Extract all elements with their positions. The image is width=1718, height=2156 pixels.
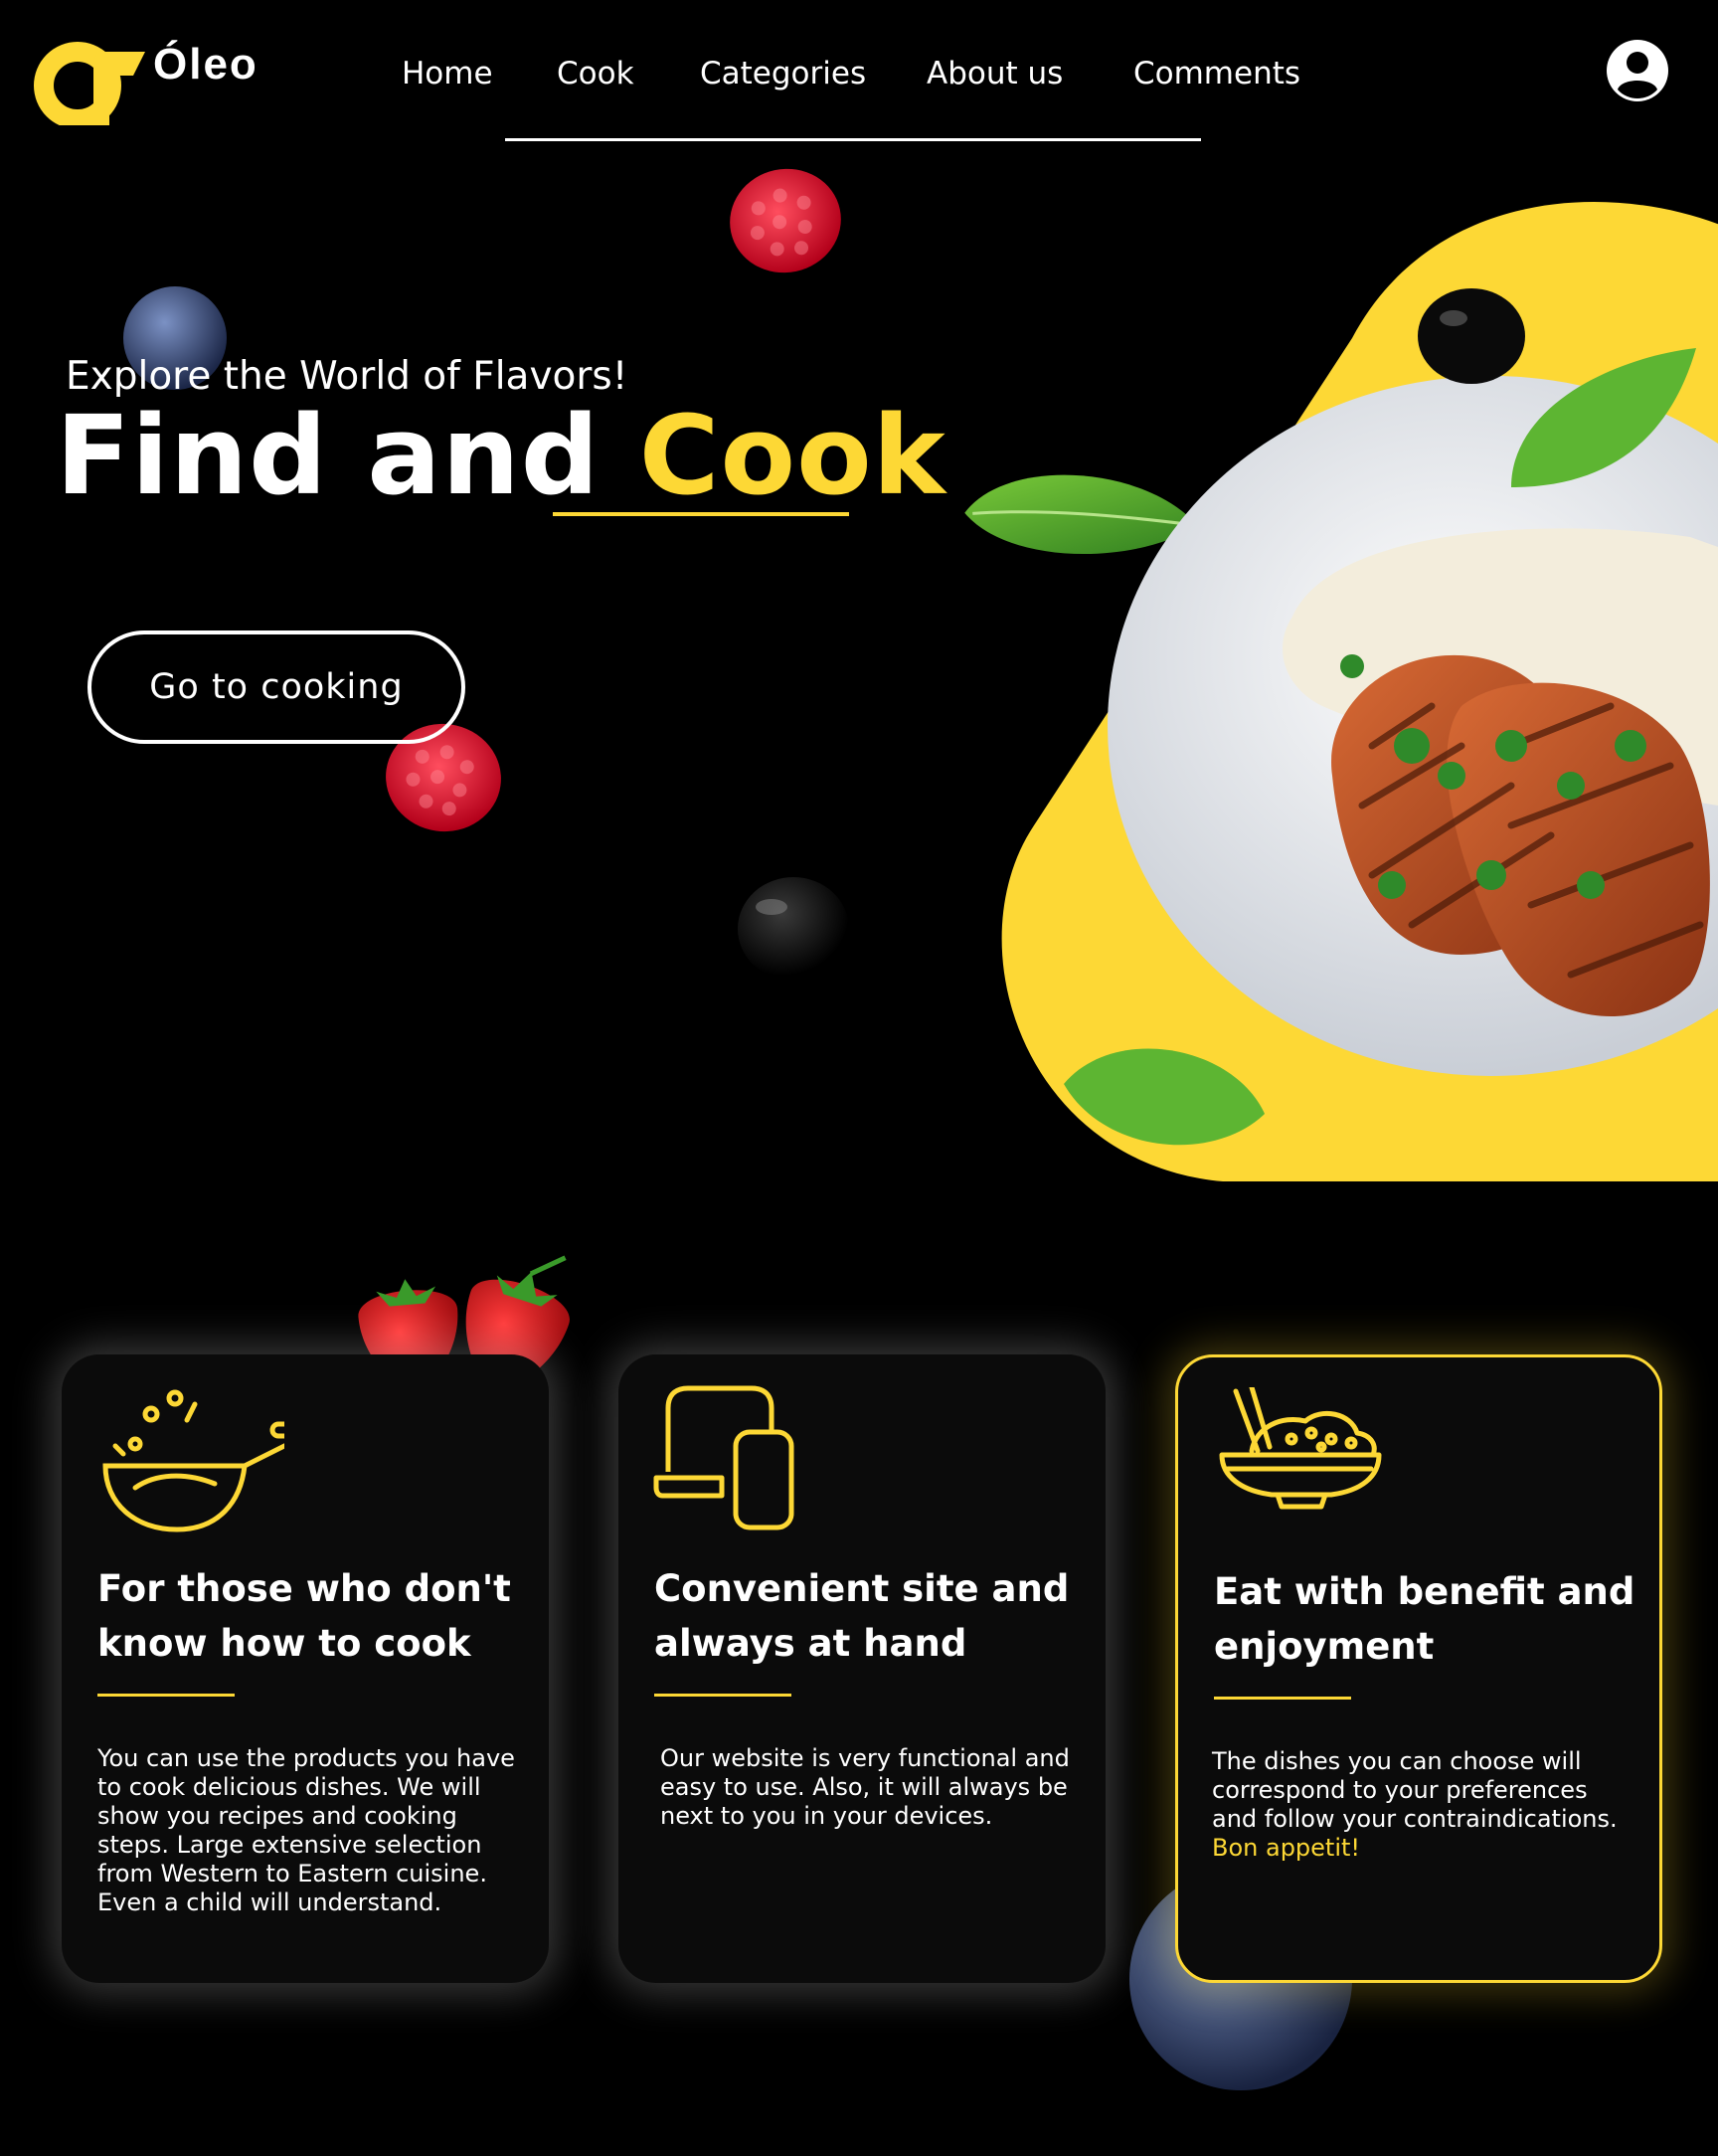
- rice-bowl-chopsticks-icon: [1219, 1387, 1382, 1510]
- card-body-text: Our website is very functional and easy …: [660, 1744, 1070, 1830]
- card-rule: [654, 1694, 791, 1697]
- feature-card-cook[interactable]: For those who don't know how to cook You…: [62, 1354, 549, 1983]
- go-to-cooking-button[interactable]: Go to cooking: [87, 630, 465, 744]
- nav-about-us[interactable]: About us: [927, 56, 1063, 91]
- hero-food-image: [1001, 202, 1718, 1181]
- headline-plain: Find and: [56, 392, 639, 519]
- oleo-logo-icon[interactable]: [34, 42, 147, 125]
- card-body-text: You can use the products you have to coo…: [97, 1744, 515, 1916]
- nav-underline: [505, 138, 1201, 141]
- card-rule: [1214, 1697, 1351, 1700]
- olive-icon: [738, 877, 849, 981]
- card-title: For those who don't know how to cook: [97, 1567, 511, 1665]
- hero-headline: Find and Cook: [56, 396, 946, 515]
- card-body: The dishes you can choose will correspon…: [1212, 1747, 1639, 1863]
- feature-card-benefit[interactable]: Eat with benefit and enjoyment The dishe…: [1175, 1354, 1662, 1983]
- card-rule: [97, 1694, 235, 1697]
- card-title: Eat with benefit and enjoyment: [1214, 1570, 1635, 1668]
- nav-cook[interactable]: Cook: [557, 56, 634, 91]
- wok-pan-icon: [102, 1389, 284, 1532]
- nav-categories[interactable]: Categories: [700, 56, 866, 91]
- headline-underline: [553, 512, 849, 516]
- raspberry-icon: [730, 168, 841, 273]
- card-body-accent: Bon appetit!: [1212, 1834, 1361, 1862]
- headline-accent: Cook: [638, 392, 946, 519]
- user-avatar-icon[interactable]: [1605, 38, 1670, 103]
- laptop-phone-icon: [653, 1385, 794, 1530]
- nav-home[interactable]: Home: [402, 56, 493, 91]
- card-body: You can use the products you have to coo…: [97, 1744, 525, 1917]
- olive-icon: [1418, 288, 1525, 384]
- card-body-text: The dishes you can choose will correspon…: [1212, 1747, 1618, 1833]
- brand-name[interactable]: Óleo: [153, 40, 258, 90]
- card-body: Our website is very functional and easy …: [660, 1744, 1088, 1831]
- feature-card-site[interactable]: Convenient site and always at hand Our w…: [618, 1354, 1106, 1983]
- nav-comments[interactable]: Comments: [1133, 56, 1300, 91]
- card-title: Convenient site and always at hand: [654, 1567, 1070, 1665]
